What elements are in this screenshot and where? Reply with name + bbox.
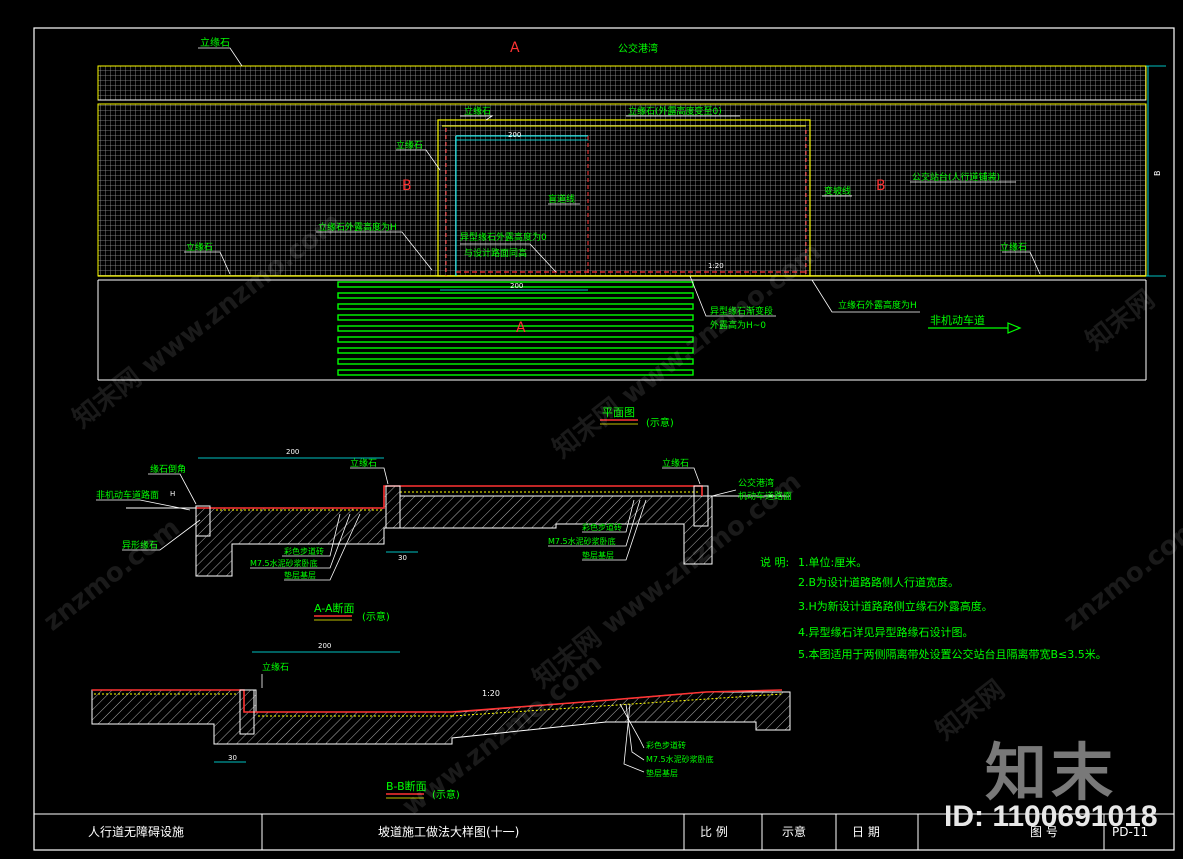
aa-special-curb: 异形缘石 <box>122 539 158 551</box>
aa-curb-chamfer: 缘石倒角 <box>150 463 186 475</box>
label-curb-3: 立缘石 <box>396 139 423 151</box>
label-curb-left: 立缘石 <box>186 241 213 253</box>
tb-scale-value: 示意 <box>782 824 806 839</box>
label-lane: 非机动车道 <box>930 313 985 327</box>
aa-dim-30: 30 <box>398 554 407 562</box>
label-curb-right-h: 立缘石外露高度为H <box>838 299 917 311</box>
label-transition-1: 异型缘石渐变段 <box>710 305 773 317</box>
plan-title: 平面图 <box>602 406 635 419</box>
bus-bay-strip <box>97 65 1147 101</box>
aa-base: 垫层基层 <box>284 570 316 580</box>
note-1: 1.单位:厘米。 <box>798 555 867 569</box>
bb-dim-200: 200 <box>318 642 331 650</box>
dim-b: B <box>1153 171 1162 177</box>
bb-paving: 彩色步道砖 <box>646 740 686 750</box>
note-2: 2.B为设计道路路侧人行道宽度。 <box>798 575 959 589</box>
dim-200-mid: 200 <box>510 282 523 290</box>
aa-paving-r: 彩色步道砖 <box>582 522 622 532</box>
label-curb-2: 立缘石 <box>464 105 491 117</box>
aa-mortar: M7.5水泥砂浆卧底 <box>250 558 318 568</box>
brand-id: ID: 1100691018 <box>944 800 1158 833</box>
plan-view: 立缘石 A 公交港湾 立缘石 立缘石(外露高度变至0) 立缘石 B B 200 … <box>97 36 1166 429</box>
bb-slope: 1:20 <box>482 689 500 698</box>
bb-mortar: M7.5水泥砂浆卧底 <box>646 754 714 764</box>
bb-dim-30: 30 <box>228 754 237 762</box>
note-3: 3.H为新设计道路路侧立缘石外露高度。 <box>798 599 993 613</box>
label-curb-right: 立缘石 <box>1000 241 1027 253</box>
direction-arrow-icon <box>1007 322 1022 334</box>
notes: 说 明: 1.单位:厘米。 2.B为设计道路路侧人行道宽度。 3.H为新设计道路… <box>760 555 1107 661</box>
tb-scale-label: 比 例 <box>700 825 728 839</box>
aa-curb: 立缘石 <box>350 457 377 469</box>
label-curb-exposed-h: 立缘石外露高度为H <box>318 221 397 233</box>
aa-mortar-r: M7.5水泥砂浆卧底 <box>548 536 616 546</box>
mark-b-right: B <box>876 178 886 194</box>
aa-base-r: 垫层基层 <box>582 550 614 560</box>
label-flush: 与设计路面同高 <box>464 247 527 259</box>
brand-logo: 知末 <box>985 736 1118 809</box>
mark-b-left: B <box>402 178 412 194</box>
bb-base: 垫层基层 <box>646 768 678 778</box>
aa-scale: (示意) <box>362 610 390 623</box>
bb-title: B-B断面 <box>386 779 427 793</box>
section-mark-top: A <box>510 40 520 56</box>
plan-scale: (示意) <box>646 416 674 429</box>
section-mark-bottom: A <box>516 320 526 336</box>
aa-curb-right: 立缘石 <box>662 457 689 469</box>
label-bus-bay: 公交港湾 <box>618 42 658 55</box>
label-curb-top-height: 立缘石(外露高度变至0) <box>628 105 722 117</box>
bb-curb: 立缘石 <box>262 661 289 673</box>
note-5: 5.本图适用于两侧隔离带处设置公交站台且隔离带宽B≤3.5米。 <box>798 647 1107 661</box>
tb-drawing: 坡道施工做法大样图(十一) <box>378 824 519 839</box>
aa-nonmotor-surface: 非机动车道路面 <box>96 489 159 501</box>
aa-paving: 彩色步道砖 <box>284 546 324 556</box>
section-bb: 200 立缘石 30 1:20 彩色步道砖 M7.5水泥砂浆卧底 垫层基层 B-… <box>91 642 791 801</box>
section-aa: 200 缘石倒角 立缘石 立缘石 公交港湾 机动车道路面 非机动车道路面 异形缘… <box>96 448 792 623</box>
label-curb-top: 立缘石 <box>200 36 230 49</box>
tb-date-label: 日 期 <box>852 825 880 839</box>
platform-mesh <box>97 103 1147 277</box>
notes-heading: 说 明: <box>760 555 789 569</box>
aa-h-mark: H <box>170 490 175 498</box>
bb-scale: (示意) <box>432 788 460 801</box>
label-transition-2: 外露高为H~0 <box>710 319 766 331</box>
aa-dim-200: 200 <box>286 448 299 456</box>
note-4: 4.异型缘石详见异型路缘石设计图。 <box>798 625 974 639</box>
aa-vehicle-surface: 机动车道路面 <box>738 490 792 502</box>
aa-title: A-A断面 <box>314 601 355 615</box>
label-tactile: 变坡线 <box>824 185 851 197</box>
label-special-curb-height: 异型缘石外露高度为0 <box>460 231 547 243</box>
tb-project: 人行道无障碍设施 <box>88 824 184 839</box>
label-bus-platform: 公交站台(人行道铺装) <box>912 171 1000 183</box>
dim-200-top: 200 <box>508 131 521 139</box>
aa-bus-bay: 公交港湾 <box>738 477 774 489</box>
dim-1-20: 1:20 <box>708 262 724 270</box>
label-blind-line: 盲道线 <box>548 193 575 205</box>
